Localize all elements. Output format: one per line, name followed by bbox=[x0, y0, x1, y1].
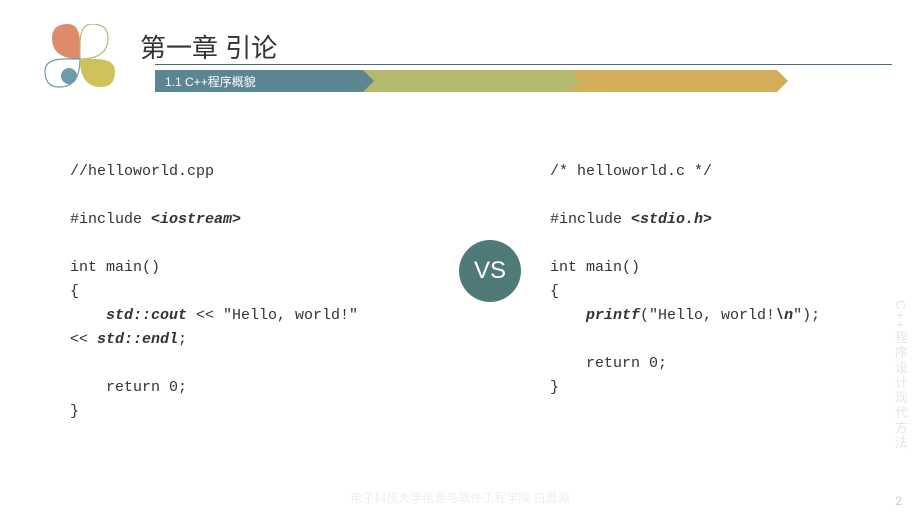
code-include-pre: #include bbox=[550, 211, 631, 228]
logo-icon bbox=[40, 24, 120, 94]
code-brace-open: { bbox=[70, 283, 79, 300]
code-newline: \n bbox=[775, 307, 793, 324]
code-main-sig: int main() bbox=[70, 259, 160, 276]
code-printf-pre: ("Hello, world! bbox=[640, 307, 775, 324]
code-printf-post: "); bbox=[793, 307, 820, 324]
cpp-code-block: //helloworld.cpp #include <iostream> int… bbox=[70, 160, 430, 424]
code-return: return 0; bbox=[550, 355, 667, 372]
code-printf: printf bbox=[586, 307, 640, 324]
code-brace-close: } bbox=[550, 379, 559, 396]
code-include-lib: <iostream> bbox=[151, 211, 241, 228]
code-brace-close: } bbox=[70, 403, 79, 420]
code-include-lib: <stdio.h> bbox=[631, 211, 712, 228]
breadcrumb-bar: 1.1 C++程序概貌 bbox=[155, 70, 777, 92]
code-semi: ; bbox=[178, 331, 187, 348]
page-number: 2 bbox=[895, 494, 902, 508]
code-comment: //helloworld.cpp bbox=[70, 163, 214, 180]
vs-label: VS bbox=[474, 257, 506, 285]
code-endl: std::endl bbox=[97, 331, 178, 348]
main-content: //helloworld.cpp #include <iostream> int… bbox=[70, 160, 860, 424]
code-main-sig: int main() bbox=[550, 259, 640, 276]
footer-text: 电子科技大学信息与软件工程学院 白思源 bbox=[0, 489, 920, 506]
code-cout-op2: << bbox=[70, 331, 97, 348]
code-indent bbox=[550, 307, 586, 324]
vs-badge: VS bbox=[459, 240, 521, 302]
code-indent bbox=[70, 307, 106, 324]
breadcrumb-segment-2 bbox=[362, 70, 570, 92]
code-cout-mid: << "Hello, world!" bbox=[187, 307, 358, 324]
breadcrumb-segment-3 bbox=[569, 70, 777, 92]
section-label: 1.1 C++程序概貌 bbox=[165, 73, 256, 90]
code-brace-open: { bbox=[550, 283, 559, 300]
side-course-title: C++程序设计现代方法 bbox=[891, 300, 910, 451]
code-return: return 0; bbox=[70, 379, 187, 396]
chapter-title: 第一章 引论 bbox=[140, 24, 277, 65]
code-comment: /* helloworld.c */ bbox=[550, 163, 712, 180]
code-include-pre: #include bbox=[70, 211, 151, 228]
c-code-block: /* helloworld.c */ #include <stdio.h> in… bbox=[550, 160, 860, 400]
code-cout: std::cout bbox=[106, 307, 187, 324]
breadcrumb-segment-1: 1.1 C++程序概貌 bbox=[155, 70, 363, 92]
title-underline bbox=[155, 64, 892, 65]
